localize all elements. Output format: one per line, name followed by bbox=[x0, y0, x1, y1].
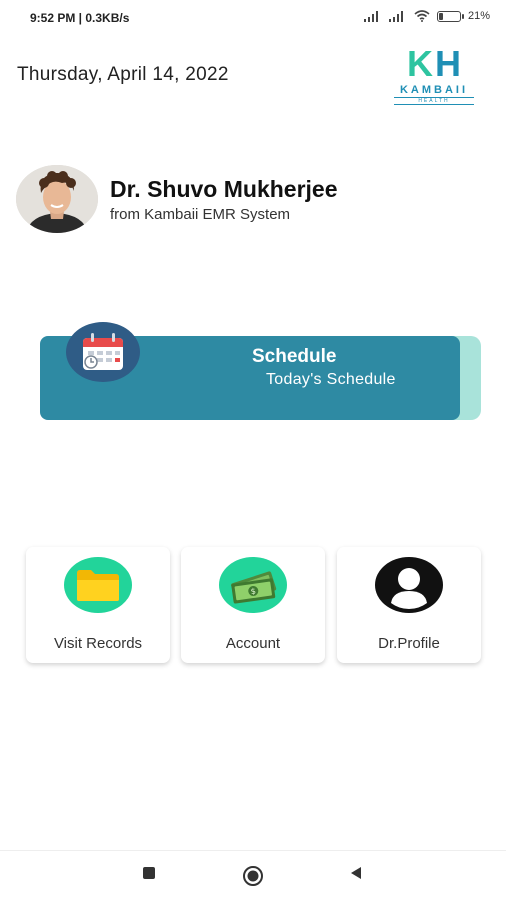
recents-icon[interactable] bbox=[141, 865, 157, 886]
logo-name: KAMBAII bbox=[399, 84, 469, 96]
home-icon[interactable] bbox=[242, 865, 264, 892]
battery-icon bbox=[436, 10, 464, 22]
account-tile[interactable]: $ Account bbox=[181, 547, 325, 663]
tile-label: Account bbox=[225, 635, 281, 652]
status-time: 9:52 PM | 0.3KB/s bbox=[30, 11, 130, 25]
status-icons: 21% bbox=[363, 10, 490, 22]
visit-records-tile[interactable]: Visit Records bbox=[26, 547, 170, 663]
doctor-subtitle: from Kambaii EMR System bbox=[110, 206, 291, 223]
folder-icon bbox=[64, 557, 132, 613]
date-label: Thursday, April 14, 2022 bbox=[17, 64, 229, 85]
user-icon bbox=[375, 557, 443, 613]
avatar-image bbox=[16, 165, 98, 233]
avatar[interactable] bbox=[16, 165, 98, 233]
schedule-subtitle: Today's Schedule bbox=[266, 371, 396, 388]
logo-h: H bbox=[435, 43, 461, 84]
calendar-icon bbox=[66, 322, 140, 382]
signal-icon bbox=[388, 10, 407, 22]
tile-label: Dr.Profile bbox=[378, 635, 440, 652]
signal-icon bbox=[363, 10, 382, 22]
logo-sub: HEALTH bbox=[394, 97, 474, 105]
system-nav-bar bbox=[0, 850, 506, 901]
dr-profile-tile[interactable]: Dr.Profile bbox=[337, 547, 481, 663]
logo-k: K bbox=[407, 43, 433, 84]
kambaii-logo: K H KAMBAII HEALTH bbox=[384, 46, 484, 106]
back-icon[interactable] bbox=[348, 865, 364, 886]
money-icon: $ bbox=[219, 557, 287, 613]
battery-percent: 21% bbox=[467, 10, 490, 22]
doctor-name: Dr. Shuvo Mukherjee bbox=[110, 176, 338, 202]
status-bar: 9:52 PM | 0.3KB/s 21% bbox=[0, 0, 506, 36]
wifi-icon bbox=[414, 10, 430, 22]
tile-label: Visit Records bbox=[53, 635, 143, 652]
battery-value: 21 bbox=[467, 10, 481, 22]
schedule-title: Schedule bbox=[252, 346, 337, 367]
